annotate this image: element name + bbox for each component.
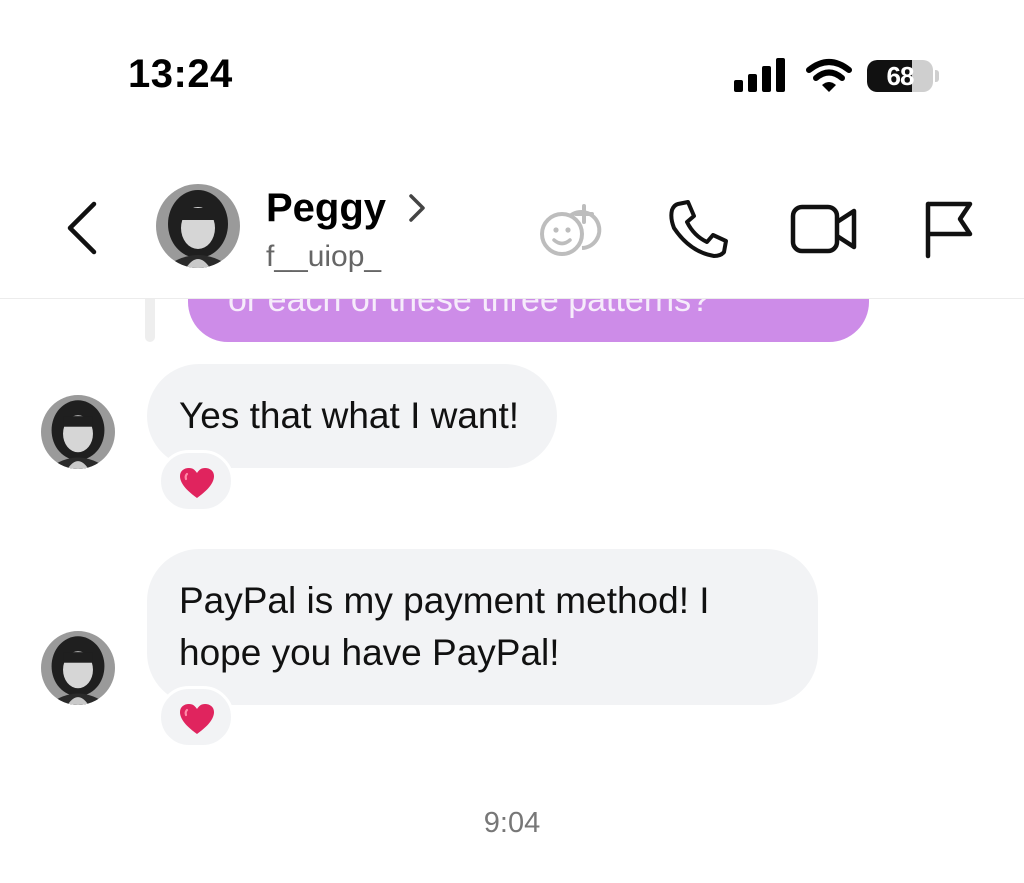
contact-handle: f__uiop_ <box>266 240 382 273</box>
status-icons: 68 <box>734 58 944 98</box>
battery-cap <box>935 70 939 82</box>
contact-avatar[interactable] <box>156 184 240 268</box>
phone-icon[interactable] <box>666 198 730 260</box>
battery-icon: 68 <box>867 60 933 92</box>
wifi-icon <box>806 59 852 92</box>
back-chevron-icon[interactable] <box>62 200 102 256</box>
sender-avatar[interactable] <box>41 631 115 705</box>
status-time: 13:24 <box>128 52 233 96</box>
battery-level: 68 <box>886 61 915 91</box>
heart-icon <box>180 468 214 498</box>
message-text-line: PayPal is my payment method! I <box>179 580 710 621</box>
message-text: Yes that what I want! <box>179 395 520 436</box>
sent-message-text: or each of these three patterns? <box>228 299 710 319</box>
received-message-bubble[interactable]: PayPal is my payment method! I hope you … <box>147 549 818 705</box>
message-list[interactable]: or each of these three patterns? Yes tha… <box>0 299 1024 883</box>
chevron-right-icon[interactable] <box>406 192 428 224</box>
heart-icon <box>180 704 214 734</box>
sender-avatar[interactable] <box>41 395 115 469</box>
message-text-line: hope you have PayPal! <box>179 632 560 673</box>
contact-name[interactable]: Peggy <box>266 186 386 231</box>
signal-icon <box>734 58 785 92</box>
heart-reaction[interactable] <box>158 450 234 512</box>
chat-screen: 13:24 68 Peggy f__uiop_ or each of these… <box>0 0 1024 883</box>
reply-thread-line <box>145 299 155 342</box>
message-timestamp: 9:04 <box>483 807 541 839</box>
chat-header: Peggy f__uiop_ <box>0 170 1024 299</box>
heart-reaction[interactable] <box>158 686 234 748</box>
sent-message-bubble[interactable]: or each of these three patterns? <box>188 299 869 342</box>
video-camera-icon[interactable] <box>790 202 858 256</box>
add-sticker-icon[interactable] <box>538 194 608 260</box>
flag-icon[interactable] <box>922 198 976 260</box>
